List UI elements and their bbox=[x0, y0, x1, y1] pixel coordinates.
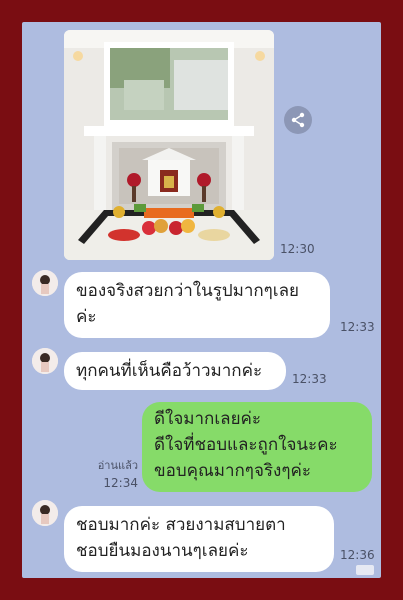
share-button[interactable] bbox=[284, 106, 312, 134]
message-text-line: ของจริงสวยกว่าในรูปมากๆเลย bbox=[76, 281, 300, 301]
avatar[interactable] bbox=[32, 270, 58, 296]
message-time: 12:30 bbox=[280, 242, 315, 256]
message-time: 12:34 bbox=[103, 476, 138, 490]
read-label: อ่านแล้ว bbox=[97, 459, 138, 472]
message-text-line: ดีใจมากเลยค่ะ bbox=[154, 409, 262, 429]
incoming-message-bubble[interactable]: ทุกคนที่เห็นคือว้าวมากค่ะ bbox=[64, 352, 286, 390]
message-time: 12:33 bbox=[340, 320, 375, 334]
share-icon bbox=[291, 112, 305, 128]
message-time: 12:36 bbox=[340, 548, 375, 562]
message-text-line: ชอบยืนมองนานๆเลยค่ะ bbox=[76, 541, 249, 561]
message-text-line: ขอบคุณมากๆจริงๆค่ะ bbox=[154, 461, 311, 481]
chat-screen: 12:30 ของจริงสวยกว่าในรูปมากๆเลย ค่ะ 12:… bbox=[22, 22, 381, 578]
message-text: ทุกคนที่เห็นคือว้าวมากค่ะ bbox=[76, 361, 263, 381]
avatar-image bbox=[32, 270, 58, 296]
message-text-line: ค่ะ bbox=[76, 307, 97, 327]
message-text-line: ดีใจที่ชอบและถูกใจนะคะ bbox=[154, 435, 338, 455]
shrine-photo-message[interactable] bbox=[64, 30, 274, 260]
avatar[interactable] bbox=[32, 348, 58, 374]
read-receipt: อ่านแล้ว 12:34 bbox=[86, 456, 138, 490]
shrine-photo bbox=[64, 30, 274, 260]
avatar[interactable] bbox=[32, 500, 58, 526]
incoming-message-bubble[interactable]: ชอบมากค่ะ สวยงามสบายตา ชอบยืนมองนานๆเลยค… bbox=[64, 506, 334, 572]
message-text-line: ชอบมากค่ะ สวยงามสบายตา bbox=[76, 515, 286, 535]
outgoing-message-bubble[interactable]: ดีใจมากเลยค่ะ ดีใจที่ชอบและถูกใจนะคะ ขอบ… bbox=[142, 402, 372, 492]
message-time: 12:33 bbox=[292, 372, 327, 386]
avatar-image bbox=[32, 348, 58, 374]
avatar-image bbox=[32, 500, 58, 526]
scroll-indicator[interactable] bbox=[356, 565, 374, 575]
incoming-message-bubble[interactable]: ของจริงสวยกว่าในรูปมากๆเลย ค่ะ bbox=[64, 272, 330, 338]
